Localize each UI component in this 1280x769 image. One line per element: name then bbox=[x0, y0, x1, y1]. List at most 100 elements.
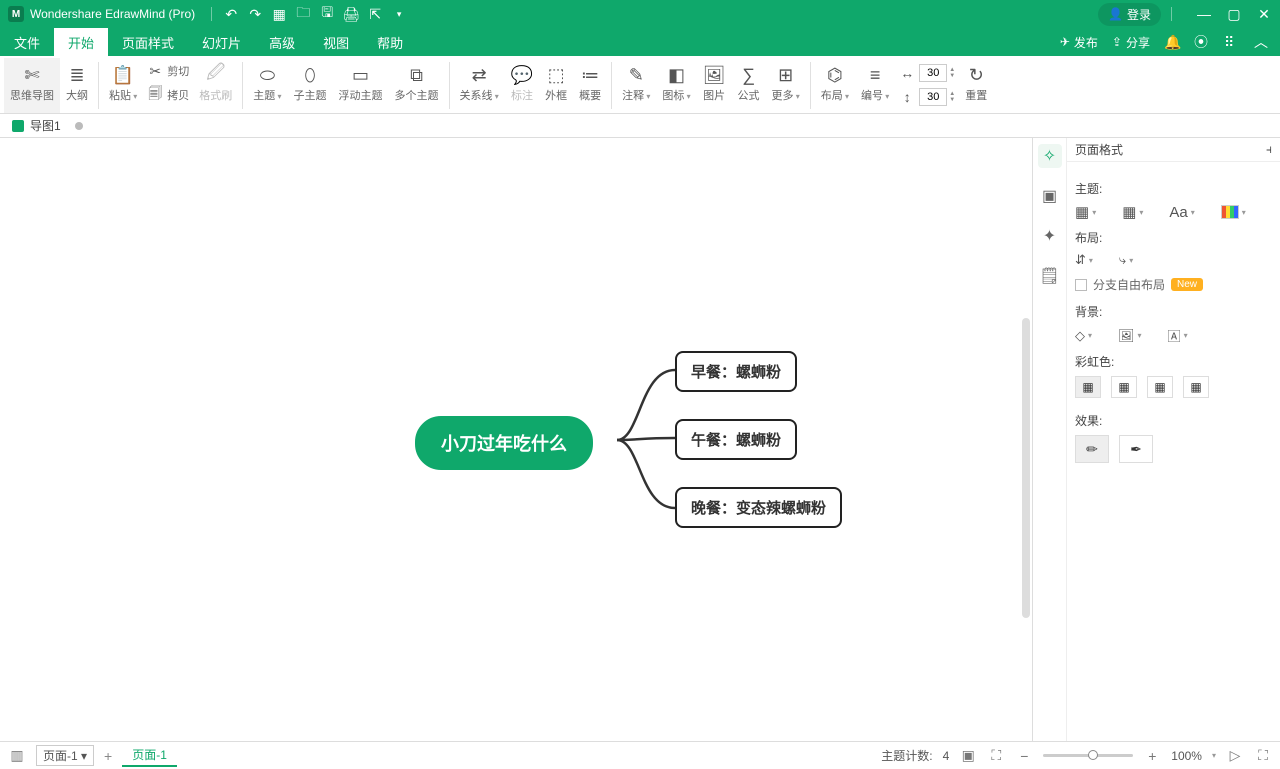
subtopic-3[interactable]: 晚餐：变态辣螺蛳粉 bbox=[675, 487, 842, 528]
summary-button[interactable]: ≔概要 bbox=[573, 58, 607, 113]
effect-sketch[interactable]: ✏ bbox=[1075, 435, 1109, 463]
rainbow-3[interactable]: ▦ bbox=[1147, 376, 1173, 398]
page-select[interactable]: 页面-1 ▾ bbox=[36, 745, 94, 766]
topic-width-row: ↔ ▲▼ bbox=[899, 62, 955, 84]
print-icon[interactable]: 🖨 bbox=[344, 7, 358, 21]
undo-icon[interactable]: ↶ bbox=[224, 7, 238, 21]
pages-icon[interactable]: ▥ bbox=[8, 747, 26, 764]
relation-button[interactable]: ⇄关系线 bbox=[454, 58, 505, 113]
rainbow-2[interactable]: ▦ bbox=[1111, 376, 1137, 398]
maximize-icon[interactable]: ▢ bbox=[1226, 7, 1242, 21]
sidetab-style-icon[interactable]: ✧ bbox=[1038, 144, 1062, 168]
image-button[interactable]: 🖼图片 bbox=[697, 58, 732, 113]
number-button[interactable]: ≡编号 bbox=[855, 58, 895, 113]
hspacing-input[interactable] bbox=[919, 64, 947, 82]
sect-rainbow-title: 彩虹色: bbox=[1075, 353, 1272, 370]
layout-branch[interactable]: ⤷ bbox=[1119, 252, 1133, 268]
brush-icon: 🖉 bbox=[206, 60, 225, 90]
vspacing-input[interactable] bbox=[919, 88, 947, 106]
save-icon[interactable]: 🖫 bbox=[320, 7, 334, 21]
subtopic-button[interactable]: ⬯子主题 bbox=[288, 58, 333, 113]
help-icon[interactable]: ⦿ bbox=[1194, 32, 1210, 52]
layout-structure[interactable]: ⇵ bbox=[1075, 252, 1093, 268]
bg-fill[interactable]: ◇ bbox=[1075, 328, 1092, 344]
document-tabs: 导图1 bbox=[0, 114, 1280, 138]
rainbow-1[interactable]: ▦ bbox=[1075, 376, 1101, 398]
effect-handdrawn[interactable]: ✒ bbox=[1119, 435, 1153, 463]
topic-count-value: 4 bbox=[943, 749, 950, 763]
copy-button[interactable]: 🗐拷贝 bbox=[147, 84, 189, 106]
presentation-icon[interactable]: ▷ bbox=[1226, 747, 1244, 764]
more-button[interactable]: ⊞更多 bbox=[766, 58, 806, 113]
icon-button[interactable]: ◧图标 bbox=[656, 58, 696, 113]
login-button[interactable]: 👤 登录 bbox=[1098, 3, 1161, 26]
central-topic[interactable]: 小刀过年吃什么 bbox=[415, 416, 593, 470]
reset-button[interactable]: ↻重置 bbox=[959, 58, 993, 113]
callout-button[interactable]: 💬标注 bbox=[505, 58, 539, 113]
open-icon[interactable]: 🗀 bbox=[296, 7, 310, 21]
sidetab-clipboard-icon[interactable]: 🗒 bbox=[1038, 264, 1062, 288]
apps-icon[interactable]: ⠿ bbox=[1224, 34, 1240, 51]
bell-icon[interactable]: 🔔 bbox=[1164, 34, 1180, 51]
title-bar: M Wondershare EdrawMind (Pro) ↶ ↷ ▦ 🗀 🖫 … bbox=[0, 0, 1280, 28]
bg-watermark[interactable]: 🄰 bbox=[1168, 326, 1188, 345]
hspacing-down[interactable]: ▼ bbox=[949, 73, 955, 79]
zoom-out-icon[interactable]: − bbox=[1015, 748, 1033, 764]
canvas[interactable]: 小刀过年吃什么 早餐：螺蛳粉 午餐：螺蛳粉 晚餐：变态辣螺蛳粉 bbox=[0, 138, 1032, 741]
page-tab-1[interactable]: 页面-1 bbox=[122, 744, 177, 767]
sidetab-image-icon[interactable]: ▣ bbox=[1038, 184, 1062, 208]
topic-count-label: 主题计数: bbox=[881, 747, 932, 764]
menu-file[interactable]: 文件 bbox=[0, 28, 54, 56]
rainbow-4[interactable]: ▦ bbox=[1183, 376, 1209, 398]
fit-width-icon[interactable]: ⛶ bbox=[987, 747, 1005, 764]
mode-mindmap[interactable]: ✄思维导图 bbox=[4, 58, 60, 113]
layout-button[interactable]: ⌬布局 bbox=[815, 58, 855, 113]
side-panel: ✧ ▣ ✦ 🗒 页面格式 ⫞ 主题: ▦ ▦ Aa 布局: ⇵ bbox=[1032, 138, 1280, 741]
menu-view[interactable]: 视图 bbox=[309, 28, 363, 56]
topic-button[interactable]: ⬭主题 bbox=[247, 58, 287, 113]
menu-advanced[interactable]: 高级 bbox=[255, 28, 309, 56]
subtopic-2[interactable]: 午餐：螺蛳粉 bbox=[675, 419, 797, 460]
formula-button[interactable]: ∑公式 bbox=[732, 58, 766, 113]
export-icon[interactable]: ⇱ bbox=[368, 7, 382, 21]
zoom-in-icon[interactable]: + bbox=[1143, 748, 1161, 764]
theme-color[interactable] bbox=[1221, 205, 1246, 219]
subtopic-1[interactable]: 早餐：螺蛳粉 bbox=[675, 351, 797, 392]
theme-style-2[interactable]: ▦ bbox=[1122, 203, 1143, 221]
canvas-vertical-scrollbar[interactable] bbox=[1020, 138, 1032, 741]
menu-help[interactable]: 帮助 bbox=[363, 28, 417, 56]
menu-start[interactable]: 开始 bbox=[54, 28, 108, 56]
zoom-value: 100% bbox=[1171, 749, 1202, 763]
collapse-ribbon-icon[interactable]: ︿ bbox=[1254, 32, 1270, 52]
publish-button[interactable]: ✈发布 bbox=[1060, 34, 1098, 51]
add-page-button[interactable]: + bbox=[104, 748, 112, 764]
floating-topic-button[interactable]: ▭浮动主题 bbox=[333, 58, 389, 113]
doc-tab-1[interactable]: 导图1 bbox=[6, 115, 67, 136]
minimize-icon[interactable]: — bbox=[1196, 7, 1212, 21]
note-icon: ✎ bbox=[629, 60, 644, 90]
share-button[interactable]: ⇪分享 bbox=[1112, 34, 1150, 51]
pin-icon[interactable]: ⫞ bbox=[1266, 142, 1272, 157]
zoom-slider[interactable] bbox=[1043, 754, 1133, 757]
fit-page-icon[interactable]: ▣ bbox=[959, 747, 977, 764]
fullscreen-icon[interactable]: ⛶ bbox=[1254, 747, 1272, 764]
menu-slideshow[interactable]: 幻灯片 bbox=[188, 28, 255, 56]
format-painter-button[interactable]: 🖉格式刷 bbox=[193, 58, 238, 113]
theme-font[interactable]: Aa bbox=[1169, 204, 1194, 221]
bg-image[interactable]: 🖼 bbox=[1118, 328, 1142, 344]
boundary-button[interactable]: ⬚外框 bbox=[539, 58, 573, 113]
redo-icon[interactable]: ↷ bbox=[248, 7, 262, 21]
close-icon[interactable]: ✕ bbox=[1256, 7, 1272, 21]
cut-button[interactable]: ✂剪切 bbox=[147, 60, 189, 82]
sidetab-map-icon[interactable]: ✦ bbox=[1038, 224, 1062, 248]
multiple-topic-button[interactable]: ⧉多个主题 bbox=[389, 58, 445, 113]
qat-dropdown-icon[interactable]: ▾ bbox=[392, 7, 406, 21]
paste-button[interactable]: 📋粘贴 bbox=[103, 58, 143, 113]
mode-outline[interactable]: ≣大纲 bbox=[60, 58, 94, 113]
new-icon[interactable]: ▦ bbox=[272, 7, 286, 21]
theme-style-1[interactable]: ▦ bbox=[1075, 203, 1096, 221]
menu-page-style[interactable]: 页面样式 bbox=[108, 28, 188, 56]
note-button[interactable]: ✎注释 bbox=[616, 58, 656, 113]
freebranch-checkbox[interactable] bbox=[1075, 279, 1087, 291]
vspacing-down[interactable]: ▼ bbox=[949, 97, 955, 103]
